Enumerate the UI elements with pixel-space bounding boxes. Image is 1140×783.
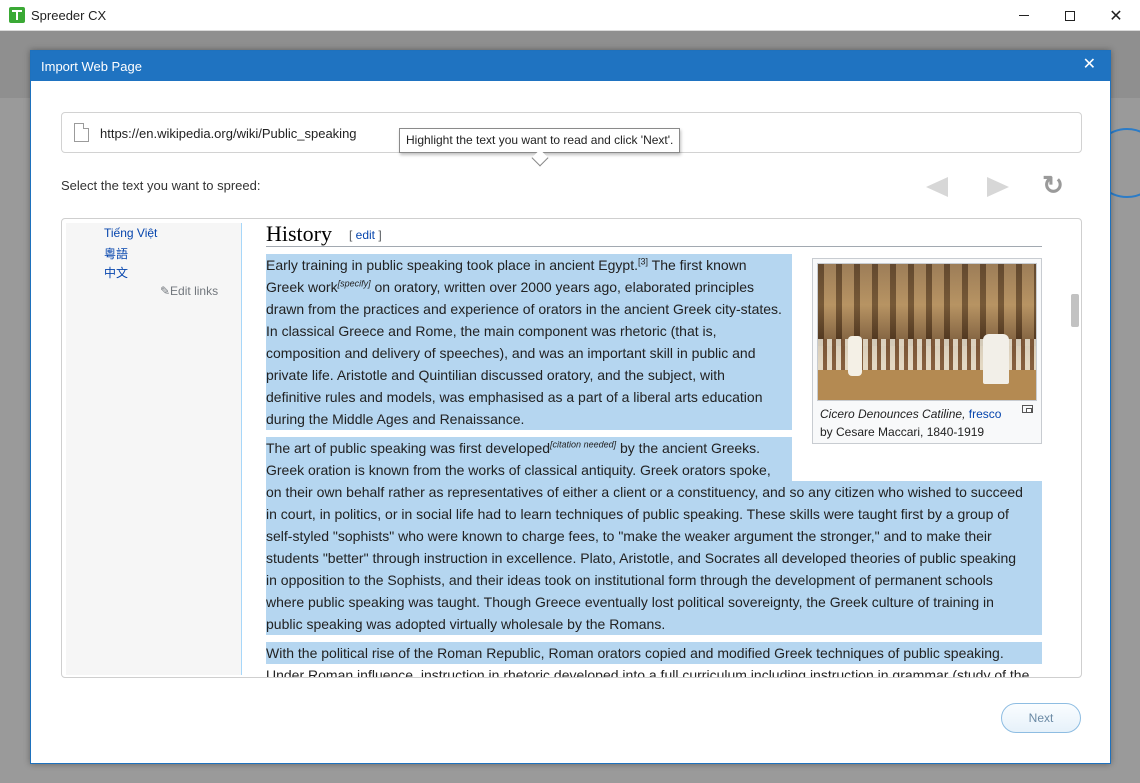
import-web-page-dialog: Import Web Page ✕ Select the text you wa… (30, 50, 1111, 764)
article-line[interactable]: composition and delivery of speeches), a… (266, 342, 792, 364)
line-text: definitive rules and models, was emphasi… (266, 389, 763, 405)
thumbnail-figure: Cicero Denounces Catiline, fresco by Ces… (812, 258, 1042, 444)
line-text: during the Middle Ages and Renaissance. (266, 411, 525, 427)
app-title: Spreeder CX (31, 8, 107, 23)
article-line[interactable]: Greek oration is known from the works of… (266, 459, 792, 481)
dialog-close-button[interactable]: ✕ (1083, 57, 1096, 73)
line-text: Greek work (266, 279, 338, 295)
article-line[interactable]: in opposition to the Sophists, and their… (266, 569, 1042, 591)
line-text: The first known (648, 257, 747, 273)
line-text: In classical Greece and Rome, the main c… (266, 323, 717, 339)
section-edit-link[interactable]: edit (356, 228, 375, 242)
line-text: in court, in politics, or in social life… (266, 506, 1009, 522)
dialog-title: Import Web Page (41, 59, 142, 74)
language-link-cantonese[interactable]: 粵語 (104, 245, 128, 262)
article-line[interactable]: self-styled "sophists" who were known to… (266, 525, 1042, 547)
line-text: The art of public speaking was first dev… (266, 440, 551, 456)
article-line[interactable]: definitive rules and models, was emphasi… (266, 386, 792, 408)
citation-superscript[interactable]: [3] (638, 256, 648, 266)
line-text: Early training in public speaking took p… (266, 257, 638, 273)
section-heading: History (266, 221, 332, 246)
app-titlebar: Spreeder CX ✕ (0, 0, 1140, 31)
app-logo-icon (9, 7, 25, 23)
article-line[interactable]: on their own behalf rather as representa… (266, 481, 1042, 503)
window-close-button[interactable]: ✕ (1093, 0, 1139, 31)
line-text: by the ancient Greeks. (616, 440, 761, 456)
heading-divider (266, 246, 1042, 247)
article-line[interactable]: private life. Aristotle and Quintilian d… (266, 364, 792, 386)
dialog-header: Import Web Page ✕ (31, 51, 1110, 81)
article-line[interactable]: Early training in public speaking took p… (266, 254, 792, 276)
line-text: Under Roman influence, instruction in rh… (266, 667, 1030, 678)
section-edit: [ edit ] (349, 228, 382, 242)
article-line[interactable]: public speaking was adopted virtually wh… (266, 613, 1042, 635)
line-text: students "better" through instruction in… (266, 550, 1017, 566)
wiki-sidebar: Tiếng Việt 粵語 中文 ✎Edit links (66, 223, 242, 675)
maximize-icon (1065, 10, 1075, 21)
article-line[interactable]: The art of public speaking was first dev… (266, 437, 792, 459)
web-page-view[interactable]: Tiếng Việt 粵語 中文 ✎Edit links History [ e… (61, 218, 1082, 678)
article-line[interactable]: drawn from the practices and experience … (266, 298, 792, 320)
article-line[interactable]: during the Middle Ages and Renaissance. (266, 408, 792, 430)
refresh-icon[interactable]: ↻ (1039, 171, 1067, 199)
article-line[interactable]: Under Roman influence, instruction in rh… (266, 664, 1042, 678)
line-text: private life. Aristotle and Quintilian d… (266, 367, 725, 383)
scrollbar-thumb[interactable] (1071, 294, 1079, 327)
line-text: Greek oration is known from the works of… (266, 462, 771, 478)
line-text: With the political rise of the Roman Rep… (266, 645, 1004, 661)
article-line[interactable]: in court, in politics, or in social life… (266, 503, 1042, 525)
close-icon: ✕ (1109, 7, 1123, 25)
caption-title: Cicero Denounces Catiline, (820, 407, 966, 421)
edit-links-link[interactable]: ✎Edit links (160, 284, 218, 298)
line-text: on their own behalf rather as representa… (266, 484, 1023, 500)
caption-credit: by Cesare Maccari, 1840-1919 (820, 425, 985, 439)
language-link-chinese[interactable]: 中文 (104, 264, 128, 281)
select-text-label: Select the text you want to spreed: (61, 178, 261, 193)
thumbnail-image[interactable] (817, 263, 1037, 401)
article-line[interactable]: With the political rise of the Roman Rep… (266, 642, 1042, 664)
citation-superscript[interactable]: [citation needed] (550, 439, 616, 449)
caption-link[interactable]: fresco (969, 407, 1002, 421)
edit-bracket-open: [ (349, 228, 356, 242)
line-text: public speaking was adopted virtually wh… (266, 616, 666, 632)
citation-superscript[interactable]: [specify] (338, 278, 371, 288)
minimize-button[interactable] (1001, 0, 1047, 31)
minimize-icon (1019, 15, 1029, 16)
maximize-button[interactable] (1047, 0, 1093, 31)
line-text: where public speaking was taught. Though… (266, 594, 994, 610)
edit-bracket-close: ] (375, 228, 382, 242)
forward-arrow-icon[interactable] (985, 176, 1011, 198)
document-icon (74, 123, 89, 142)
article-line[interactable]: In classical Greece and Rome, the main c… (266, 320, 792, 342)
line-text: drawn from the practices and experience … (266, 301, 782, 317)
language-link-vietnamese[interactable]: Tiếng Việt (104, 226, 157, 240)
wiki-article: History [ edit ] Early training in publi… (266, 219, 1046, 677)
line-text: composition and delivery of speeches), a… (266, 345, 756, 361)
line-text: in opposition to the Sophists, and their… (266, 572, 993, 588)
article-line[interactable]: students "better" through instruction in… (266, 547, 1042, 569)
line-text: on oratory, written over 2000 years ago,… (370, 279, 754, 295)
next-button[interactable]: Next (1001, 703, 1081, 733)
article-line[interactable]: where public speaking was taught. Though… (266, 591, 1042, 613)
thumbnail-caption: Cicero Denounces Catiline, fresco by Ces… (820, 405, 1001, 441)
enlarge-icon[interactable] (1022, 405, 1033, 413)
line-text: self-styled "sophists" who were known to… (266, 528, 992, 544)
article-line[interactable]: Greek work[specify] on oratory, written … (266, 276, 792, 298)
back-arrow-icon[interactable] (924, 176, 950, 198)
